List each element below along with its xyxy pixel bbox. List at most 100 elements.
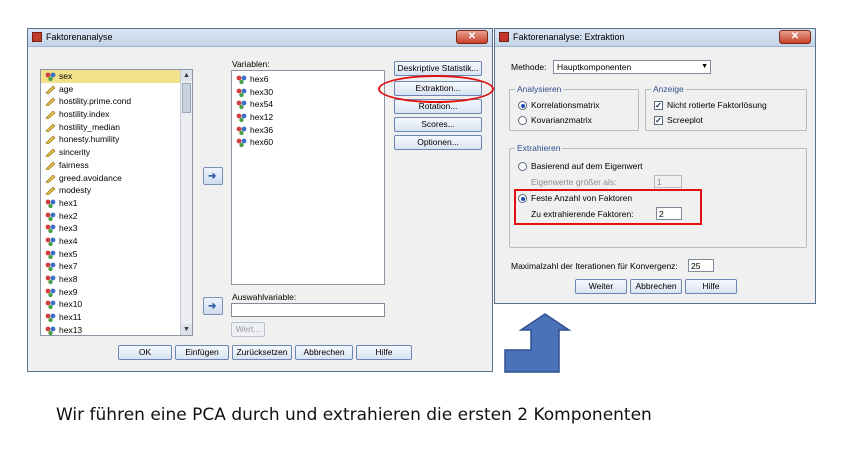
source-variable-item[interactable]: hex13 <box>41 324 192 335</box>
cancel-button[interactable]: Abbrechen <box>630 279 682 294</box>
scroll-down-icon[interactable]: ▼ <box>181 324 192 335</box>
right-arrow-icon: ➜ <box>208 171 217 182</box>
dialog-title: Faktorenanalyse: Extraktion <box>513 32 625 42</box>
help-button[interactable]: Hilfe <box>356 345 412 360</box>
descriptive-statistics-button[interactable]: Deskriptive Statistik... <box>394 61 482 76</box>
source-variable-item[interactable]: age <box>41 83 192 96</box>
eigenvalue-threshold-field[interactable]: 1 <box>654 175 682 188</box>
source-variable-item[interactable]: hex5 <box>41 248 192 261</box>
variable-name: hostility.prime.cond <box>59 96 132 107</box>
source-variable-item[interactable]: hostility.index <box>41 108 192 121</box>
fixed-factors-highlight <box>514 189 702 225</box>
selected-variable-item[interactable]: hex6 <box>232 73 384 86</box>
value-button[interactable]: Wert... <box>231 322 265 337</box>
variable-name: hex9 <box>59 286 78 297</box>
nominal-icon <box>45 288 56 297</box>
nominal-icon <box>236 126 247 135</box>
source-variable-item[interactable]: hex3 <box>41 222 192 235</box>
source-variable-item[interactable]: hex4 <box>41 235 192 248</box>
source-variable-item[interactable]: modesty <box>41 184 192 197</box>
variable-name: hex10 <box>59 299 83 310</box>
selected-variable-item[interactable]: hex36 <box>232 124 384 137</box>
help-button[interactable]: Hilfe <box>685 279 737 294</box>
source-variable-item[interactable]: greed.avoidance <box>41 172 192 185</box>
variable-name: hex11 <box>59 312 82 323</box>
ok-button[interactable]: OK <box>118 345 172 360</box>
move-to-variables-button[interactable]: ➜ <box>203 167 223 185</box>
variable-name: age <box>59 83 74 94</box>
correlation-matrix-label: Korrelationsmatrix <box>531 100 600 110</box>
source-variable-item[interactable]: honesty.humility <box>41 133 192 146</box>
move-to-selection-button[interactable]: ➜ <box>203 297 223 315</box>
close-button[interactable]: ✕ <box>456 30 488 44</box>
cancel-button[interactable]: Abbrechen <box>295 345 353 360</box>
eigenvalue-radio-label: Basierend auf dem Eigenwert <box>531 161 643 171</box>
variable-name: hex4 <box>59 235 78 246</box>
selected-variable-item[interactable]: hex30 <box>232 86 384 99</box>
ruler-icon <box>45 174 56 183</box>
scree-plot-label: Screeplot <box>667 115 703 125</box>
nominal-icon <box>236 139 247 148</box>
continue-button[interactable]: Weiter <box>575 279 627 294</box>
source-list-scrollbar[interactable]: ▲ ▼ <box>180 70 192 335</box>
variable-name: hex13 <box>59 324 83 335</box>
nominal-icon <box>45 250 56 259</box>
scores-button[interactable]: Scores... <box>394 117 482 132</box>
variable-name: hex36 <box>250 124 274 135</box>
source-variable-item[interactable]: sincerity <box>41 146 192 159</box>
selected-variable-item[interactable]: hex54 <box>232 98 384 111</box>
method-select[interactable]: Hauptkomponenten ▼ <box>553 60 711 74</box>
scree-plot-checkbox[interactable]: ✓ <box>654 116 663 125</box>
scroll-up-icon[interactable]: ▲ <box>181 70 192 81</box>
dialog-title: Faktorenanalyse <box>46 32 113 42</box>
variable-name: greed.avoidance <box>59 172 122 183</box>
selected-variable-item[interactable]: hex60 <box>232 136 384 149</box>
source-variable-item[interactable]: hex7 <box>41 260 192 273</box>
close-button[interactable]: ✕ <box>779 30 811 44</box>
method-label: Methode: <box>511 62 547 72</box>
covariance-matrix-radio[interactable] <box>518 116 527 125</box>
analyze-group: Analysieren Korrelationsmatrix Kovarianz… <box>509 84 639 131</box>
max-iterations-field[interactable]: 25 <box>688 259 714 272</box>
paste-button[interactable]: Einfügen <box>175 345 229 360</box>
unrotated-solution-checkbox[interactable]: ✓ <box>654 101 663 110</box>
eigenvalue-radio[interactable] <box>518 162 527 171</box>
scroll-thumb[interactable] <box>182 83 191 113</box>
eigenvalue-threshold-label: Eigenwerte größer als: <box>531 177 617 187</box>
display-group-title: Anzeige <box>651 84 686 94</box>
source-variable-item[interactable]: hex1 <box>41 197 192 210</box>
source-variable-list[interactable]: sex age hostility.prime.cond hostility.inde… <box>40 69 193 336</box>
source-variable-item[interactable]: hostility_median <box>41 121 192 134</box>
display-group: Anzeige ✓ Nicht rotierte Faktorlösung ✓ … <box>645 84 807 131</box>
source-variable-item[interactable]: sex <box>41 70 192 83</box>
nominal-icon <box>45 212 56 221</box>
options-button[interactable]: Optionen... <box>394 135 482 150</box>
selection-variable-label: Auswahlvariable: <box>232 292 297 302</box>
nominal-icon <box>45 262 56 272</box>
reset-button[interactable]: Zurücksetzen <box>232 345 292 360</box>
variable-name: hex60 <box>250 137 274 148</box>
chevron-down-icon: ▼ <box>701 63 708 70</box>
nominal-icon <box>45 313 56 323</box>
title-bar[interactable]: Faktorenanalyse ✕ <box>28 29 492 47</box>
correlation-matrix-radio[interactable] <box>518 101 527 110</box>
variables-list[interactable]: hex6 hex30 hex54 hex12 hex36 hex60 <box>231 70 385 285</box>
source-variable-item[interactable]: fairness <box>41 159 192 172</box>
variable-name: hex5 <box>59 248 78 259</box>
title-bar[interactable]: Faktorenanalyse: Extraktion ✕ <box>495 29 815 47</box>
source-variable-item[interactable]: hex2 <box>41 210 192 223</box>
source-variable-item[interactable]: hex11 <box>41 311 192 324</box>
nominal-icon <box>45 237 56 246</box>
nominal-icon <box>236 75 247 84</box>
source-variable-item[interactable]: hostility.prime.cond <box>41 95 192 108</box>
variable-name: hostility_median <box>59 121 120 132</box>
extraction-highlight <box>378 75 494 103</box>
selected-variable-item[interactable]: hex12 <box>232 111 384 124</box>
source-variable-item[interactable]: hex8 <box>41 273 192 286</box>
variable-name: hex8 <box>59 274 78 284</box>
source-variable-item[interactable]: hex9 <box>41 286 192 299</box>
source-variable-item[interactable]: hex10 <box>41 298 192 311</box>
nominal-icon <box>45 224 56 234</box>
selection-variable-field[interactable] <box>231 303 385 317</box>
bent-arrow-icon <box>504 313 572 373</box>
